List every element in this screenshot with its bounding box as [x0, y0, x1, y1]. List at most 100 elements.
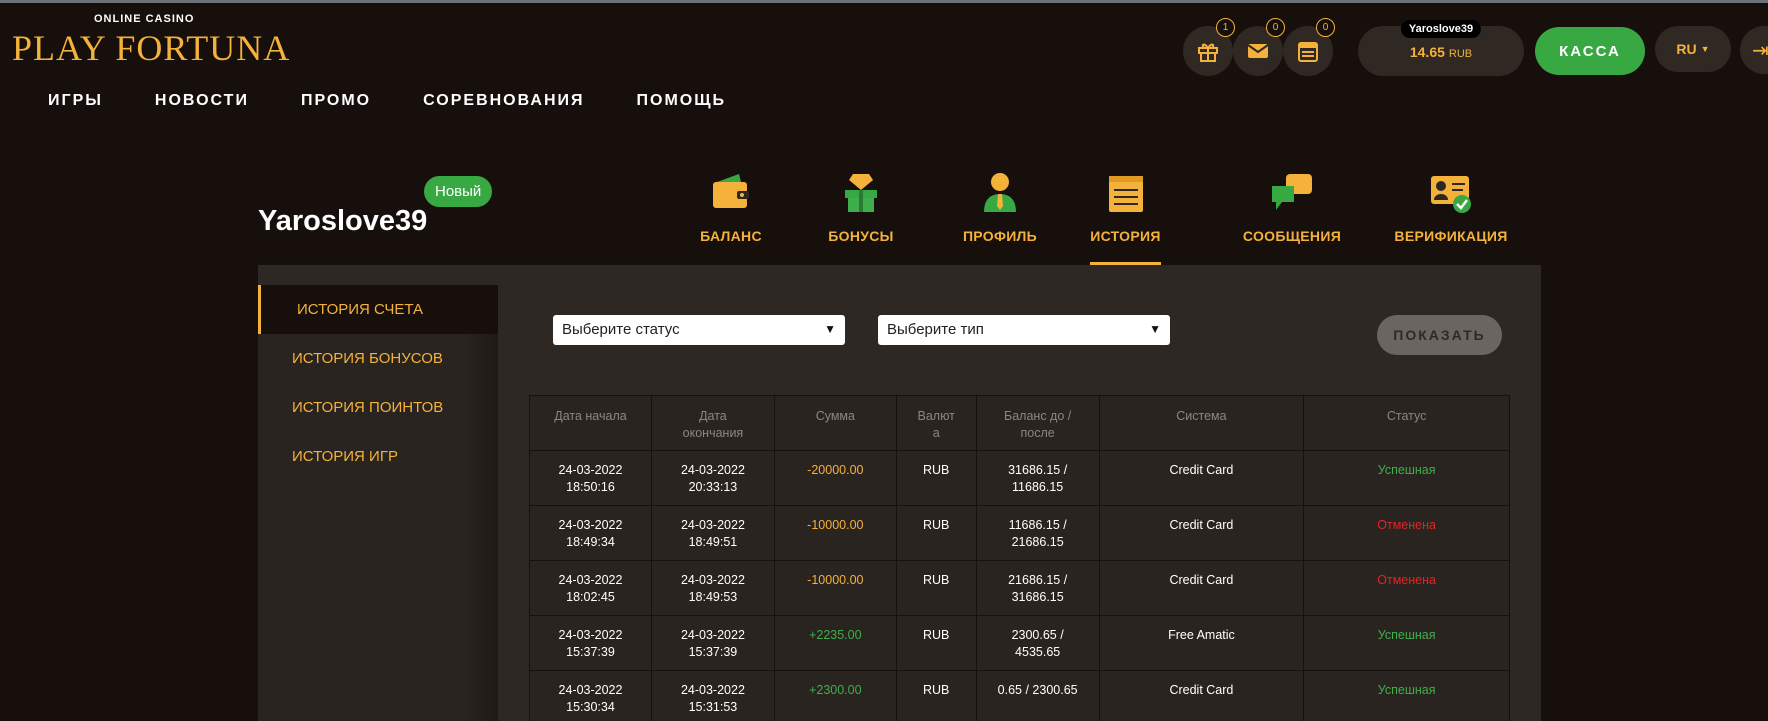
- nav-games[interactable]: ИГРЫ: [48, 92, 103, 110]
- cell-balance: 11686.15 / 21686.15: [975, 505, 1100, 561]
- status-select[interactable]: Выберите статус ▼: [553, 315, 845, 345]
- sidebar-item-bonus-history[interactable]: ИСТОРИЯ БОНУСОВ: [258, 334, 498, 383]
- gift-button[interactable]: 1: [1183, 18, 1235, 76]
- cell-balance: 2300.65 / 4535.65: [975, 615, 1100, 671]
- cell-amount: -10000.00: [773, 560, 897, 616]
- balance-currency: RUB: [1448, 48, 1473, 60]
- sidebar-item-games-history[interactable]: ИСТОРИЯ ИГР: [258, 432, 498, 481]
- cell-amount: +2300.00: [773, 670, 897, 721]
- cell-status: Успешная: [1303, 670, 1510, 721]
- logout-button[interactable]: ⇥: [1740, 26, 1768, 74]
- nav-help[interactable]: ПОМОЩЬ: [637, 92, 727, 110]
- dropdown-arrow-icon: ▼: [824, 322, 836, 336]
- table-row: 24-03-2022 18:49:34 24-03-2022 18:49:51 …: [529, 505, 1510, 561]
- table-row: 24-03-2022 18:02:45 24-03-2022 18:49:53 …: [529, 560, 1510, 616]
- nav-competitions[interactable]: СОРЕВНОВАНИЯ: [423, 92, 584, 110]
- tab-label: БАЛАНС: [700, 228, 762, 244]
- tab-label: БОНУСЫ: [828, 228, 894, 244]
- transactions-table: Дата начала Дата окончания Сумма Валюта …: [529, 395, 1510, 721]
- cell-start: 24-03-2022 15:30:34: [529, 670, 652, 721]
- chevron-down-icon: ▼: [1700, 44, 1710, 54]
- cell-balance: 0.65 / 2300.65: [975, 670, 1100, 721]
- tab-history[interactable]: ИСТОРИЯ: [1090, 170, 1161, 265]
- tab-verification[interactable]: ВЕРИФИКАЦИЯ: [1394, 170, 1508, 265]
- cell-start: 24-03-2022 15:37:39: [529, 615, 652, 671]
- cell-status: Успешная: [1303, 615, 1510, 671]
- calendar-icon: [1298, 42, 1318, 62]
- cell-amount: -10000.00: [773, 505, 897, 561]
- mail-icon: [1247, 44, 1269, 58]
- type-select-value: Выберите тип: [887, 321, 984, 338]
- col-currency[interactable]: Валюта: [895, 395, 977, 451]
- history-notepad-icon: [1108, 176, 1143, 212]
- language-code: RU: [1676, 41, 1697, 57]
- col-status[interactable]: Статус: [1303, 395, 1510, 451]
- calendar-button[interactable]: 0: [1283, 18, 1335, 76]
- cell-end: 24-03-2022 18:49:53: [650, 560, 775, 616]
- show-button[interactable]: ПОКАЗАТЬ: [1377, 315, 1502, 355]
- browser-top-line: [0, 0, 1768, 3]
- logo-subtitle: ONLINE CASINO: [94, 13, 195, 25]
- cell-currency: RUB: [895, 615, 977, 671]
- gift-icon: [1198, 43, 1218, 62]
- cell-system: Credit Card: [1098, 560, 1305, 616]
- tab-bonuses[interactable]: БОНУСЫ: [814, 170, 908, 265]
- bonus-gift-icon: [845, 174, 877, 212]
- status-badge: Новый: [424, 176, 493, 207]
- cell-status: Успешная: [1303, 450, 1510, 506]
- logout-icon: ⇥: [1752, 39, 1768, 62]
- tab-balance[interactable]: БАЛАНС: [688, 170, 774, 265]
- table-row: 24-03-2022 18:50:16 24-03-2022 20:33:13 …: [529, 450, 1510, 506]
- col-amount[interactable]: Сумма: [773, 395, 897, 451]
- cell-balance: 31686.15 / 11686.15: [975, 450, 1100, 506]
- table-header-row: Дата начала Дата окончания Сумма Валюта …: [529, 395, 1510, 451]
- cell-balance: 21686.15 / 31686.15: [975, 560, 1100, 616]
- user-profile-icon: [984, 173, 1016, 212]
- play-fortuna-logo[interactable]: ONLINE CASINO PLAY FORTUNA: [12, 13, 289, 69]
- main-nav: ИГРЫ НОВОСТИ ПРОМО СОРЕВНОВАНИЯ ПОМОЩЬ: [48, 92, 778, 110]
- cell-system: Free Amatic: [1098, 615, 1305, 671]
- type-select[interactable]: Выберите тип ▼: [878, 315, 1170, 345]
- balance-widget[interactable]: Yaroslove39 14.65 RUB: [1358, 20, 1524, 76]
- cell-end: 24-03-2022 18:49:51: [650, 505, 775, 561]
- language-selector[interactable]: RU ▼: [1655, 26, 1731, 72]
- tab-messages[interactable]: СООБЩЕНИЯ: [1228, 170, 1356, 265]
- history-panel: ИСТОРИЯ СЧЕТА ИСТОРИЯ БОНУСОВ ИСТОРИЯ ПО…: [258, 265, 1541, 721]
- col-balance[interactable]: Баланс до / после: [975, 395, 1100, 451]
- id-card-check-icon: [1431, 176, 1471, 213]
- mail-button[interactable]: 0: [1233, 18, 1285, 76]
- tab-label: ПРОФИЛЬ: [962, 228, 1038, 244]
- cell-start: 24-03-2022 18:49:34: [529, 505, 652, 561]
- balance-value: 14.65: [1409, 44, 1445, 60]
- col-system[interactable]: Система: [1098, 395, 1305, 451]
- cell-amount: -20000.00: [773, 450, 897, 506]
- history-sidebar: ИСТОРИЯ СЧЕТА ИСТОРИЯ БОНУСОВ ИСТОРИЯ ПО…: [258, 285, 498, 721]
- status-select-value: Выберите статус: [562, 321, 680, 338]
- tab-profile[interactable]: ПРОФИЛЬ: [950, 170, 1050, 265]
- sidebar-item-points-history[interactable]: ИСТОРИЯ ПОИНТОВ: [258, 383, 498, 432]
- nav-promo[interactable]: ПРОМО: [301, 92, 371, 110]
- chat-bubbles-icon: [1272, 174, 1312, 210]
- cell-end: 24-03-2022 20:33:13: [650, 450, 775, 506]
- cell-system: Credit Card: [1098, 670, 1305, 721]
- col-end-date[interactable]: Дата окончания: [650, 395, 775, 451]
- cell-start: 24-03-2022 18:02:45: [529, 560, 652, 616]
- tab-label: ВЕРИФИКАЦИЯ: [1394, 228, 1508, 244]
- kassa-button[interactable]: КАССА: [1535, 27, 1645, 75]
- cell-status: Отменена: [1303, 560, 1510, 616]
- cell-system: Credit Card: [1098, 450, 1305, 506]
- nav-news[interactable]: НОВОСТИ: [155, 92, 249, 110]
- cell-status: Отменена: [1303, 505, 1510, 561]
- gift-count-badge: 1: [1216, 18, 1235, 37]
- cell-amount: +2235.00: [773, 615, 897, 671]
- col-start-date[interactable]: Дата начала: [529, 395, 652, 451]
- sidebar-item-account-history[interactable]: ИСТОРИЯ СЧЕТА: [258, 285, 498, 334]
- mail-count-badge: 0: [1266, 18, 1285, 37]
- header-username: Yaroslove39: [1400, 20, 1482, 38]
- cell-currency: RUB: [895, 505, 977, 561]
- wallet-icon: [713, 174, 749, 208]
- logo-title: PLAY FORTUNA: [12, 28, 291, 68]
- profile-username: Yaroslove39: [258, 205, 428, 237]
- cell-end: 24-03-2022 15:37:39: [650, 615, 775, 671]
- cell-currency: RUB: [895, 560, 977, 616]
